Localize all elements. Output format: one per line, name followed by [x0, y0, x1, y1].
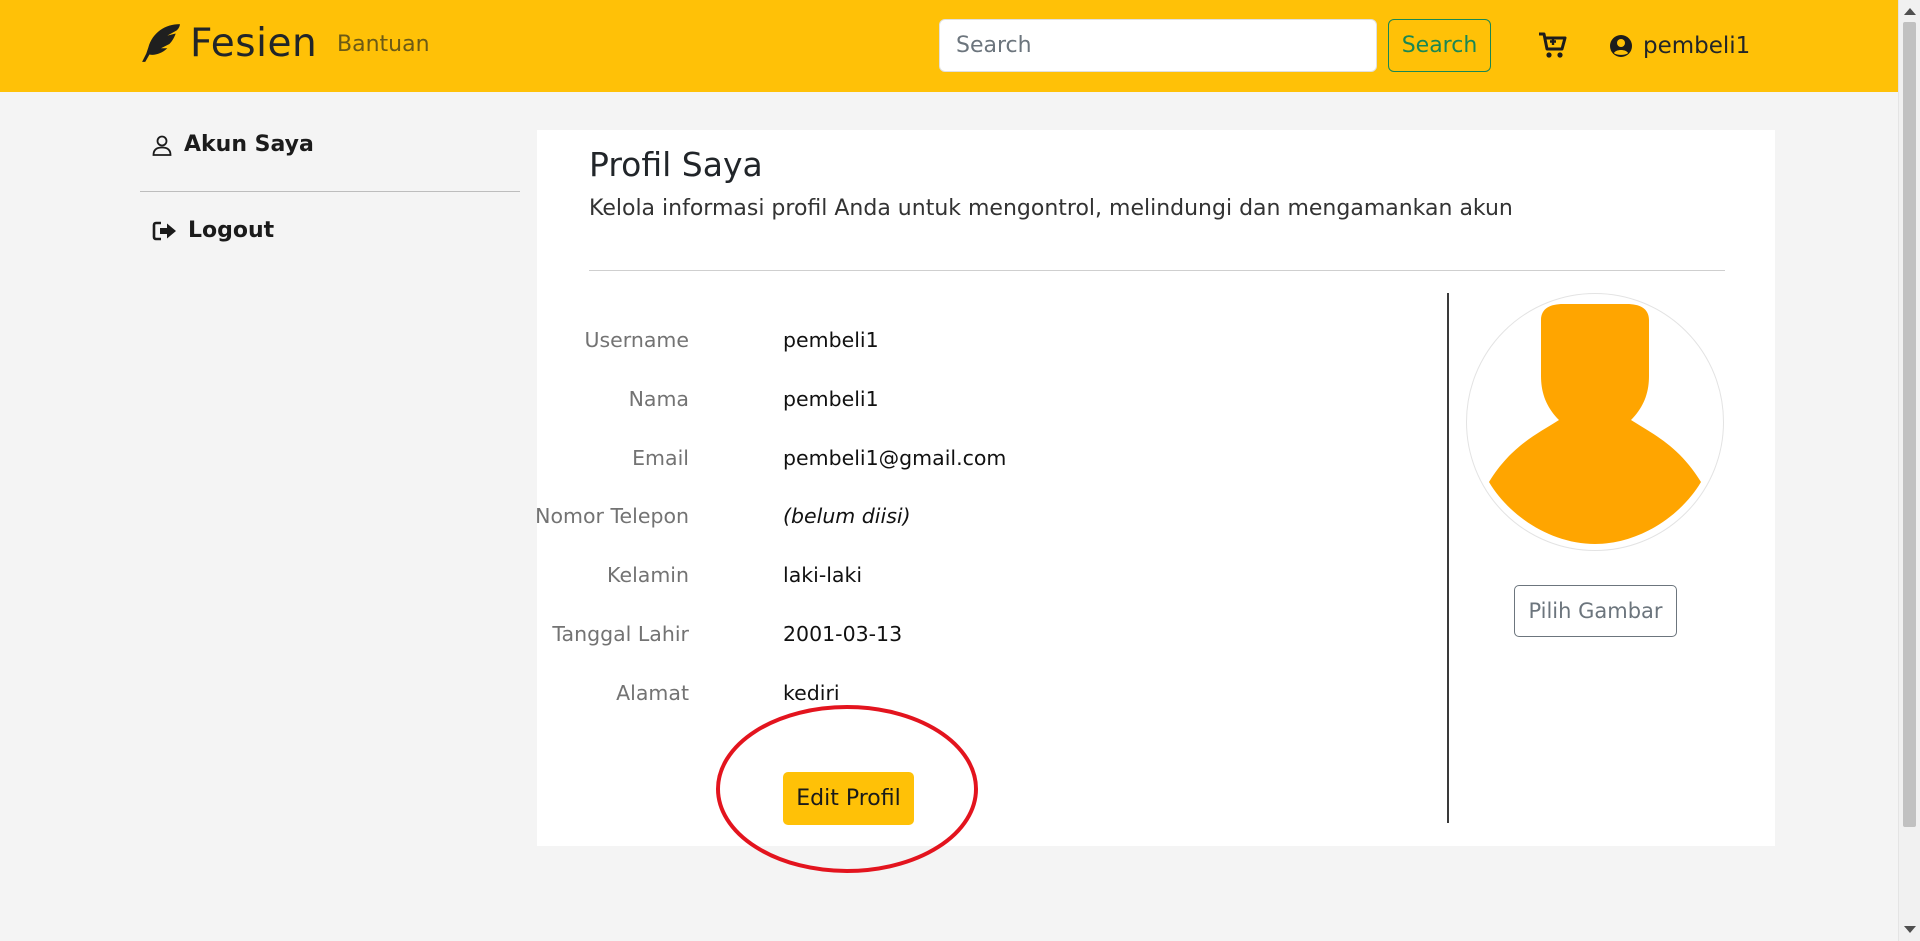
user-circle-icon	[1610, 35, 1632, 57]
sidebar-item-account[interactable]: Akun Saya	[150, 132, 314, 157]
field-label: Tanggal Lahir	[552, 622, 689, 646]
field-label: Alamat	[616, 681, 689, 705]
navbar: Fesien Bantuan Search pembeli1	[0, 0, 1898, 92]
field-label: Kelamin	[607, 563, 689, 587]
field-value: pembeli1	[783, 328, 879, 352]
field-value: pembeli1	[783, 387, 879, 411]
page-subtitle: Kelola informasi profil Anda untuk mengo…	[589, 196, 1513, 221]
cart-icon	[1539, 32, 1567, 58]
scrollbar-thumb[interactable]	[1903, 22, 1916, 827]
field-row-gender: Kelamin laki-laki	[537, 563, 1337, 593]
edit-profile-button[interactable]: Edit Profil	[783, 772, 914, 825]
person-outline-icon	[152, 135, 172, 156]
avatar	[1466, 293, 1724, 551]
field-row-nama: Nama pembeli1	[537, 387, 1337, 417]
field-row-username: Username pembeli1	[537, 328, 1337, 358]
field-label: Username	[584, 328, 689, 352]
pick-image-button[interactable]: Pilih Gambar	[1514, 585, 1677, 637]
vertical-divider	[1447, 293, 1449, 823]
field-value: laki-laki	[783, 563, 863, 587]
avatar-placeholder-icon	[1489, 304, 1701, 544]
sidebar-item-label: Akun Saya	[184, 132, 314, 157]
sidebar-item-label: Logout	[188, 218, 275, 243]
sidebar-item-logout[interactable]: Logout	[152, 218, 274, 243]
username-label: pembeli1	[1643, 33, 1751, 59]
cart-button[interactable]	[1538, 30, 1568, 60]
field-label: Nama	[628, 387, 689, 411]
profile-card: Profil Saya Kelola informasi profil Anda…	[535, 130, 1775, 846]
feather-icon	[142, 24, 180, 62]
field-value: (belum diisi)	[783, 504, 911, 528]
field-row-address: Alamat kediri	[537, 681, 1337, 711]
field-value: kediri	[783, 681, 840, 705]
scroll-down-arrow-icon[interactable]	[1904, 926, 1916, 933]
scroll-up-arrow-icon[interactable]	[1904, 8, 1916, 15]
field-value: 2001-03-13	[783, 622, 903, 646]
brand-link[interactable]: Fesien	[140, 18, 317, 68]
brand-name: Fesien	[190, 20, 318, 66]
search-button[interactable]: Search	[1388, 19, 1491, 72]
sign-out-icon	[152, 221, 176, 240]
field-label: Nomor Telepon	[535, 504, 689, 528]
field-row-birthdate: Tanggal Lahir 2001-03-13	[537, 622, 1337, 652]
sidebar-divider	[140, 191, 520, 192]
nav-link-help[interactable]: Bantuan	[337, 32, 430, 57]
field-row-email: Email pembeli1@gmail.com	[537, 446, 1337, 476]
field-value: pembeli1@gmail.com	[783, 446, 1007, 470]
vertical-scrollbar[interactable]	[1898, 0, 1920, 941]
search-input[interactable]	[939, 19, 1377, 72]
field-row-phone: Nomor Telepon (belum diisi)	[535, 504, 1337, 534]
user-menu[interactable]: pembeli1	[1609, 30, 1750, 62]
header-divider	[589, 270, 1725, 271]
page-title: Profil Saya	[589, 145, 763, 184]
field-label: Email	[632, 446, 689, 470]
